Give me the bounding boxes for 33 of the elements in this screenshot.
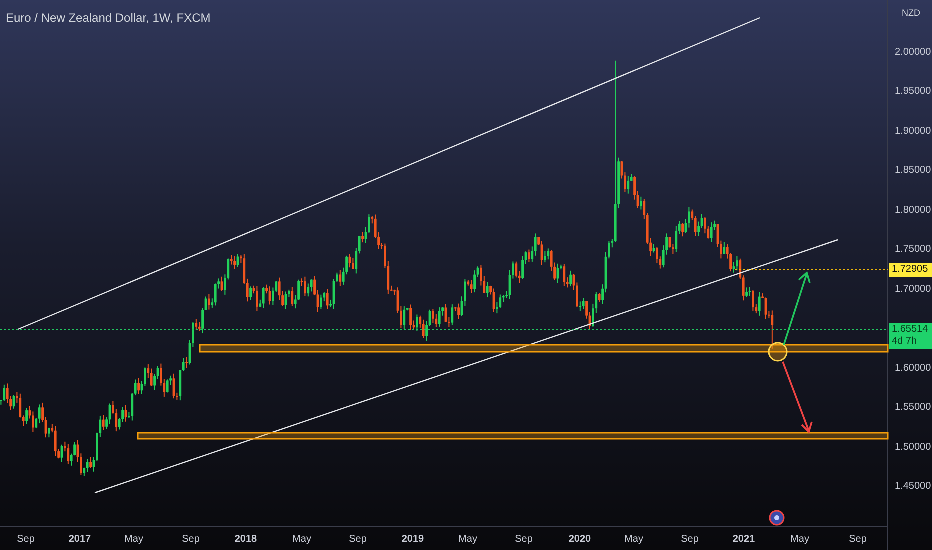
time-axis-label: 2018 — [234, 533, 258, 547]
time-axis-label: Sep — [17, 533, 35, 547]
price-axis-label: 1.55000 — [895, 402, 932, 414]
price-axis-label: 1.50000 — [895, 442, 932, 454]
time-axis-label: 2021 — [732, 533, 756, 547]
price-axis-label: 1.90000 — [895, 126, 932, 138]
time-axis-label: May — [458, 533, 478, 547]
time-axis-label: 2020 — [568, 533, 592, 547]
time-axis-label: May — [124, 533, 144, 547]
time-axis-label: Sep — [182, 533, 200, 547]
event-icon[interactable] — [769, 510, 785, 526]
time-axis-label: May — [292, 533, 312, 547]
time-axis-label: May — [790, 533, 810, 547]
currency-label: NZD — [902, 7, 920, 20]
time-axis-label: 2019 — [402, 533, 424, 547]
price-axis-label: 1.75000 — [895, 244, 932, 256]
price-axis-label: 1.45000 — [895, 480, 932, 493]
time-axis-label: Sep — [849, 533, 867, 547]
price-axis-label: 1.60000 — [895, 362, 932, 375]
price-axis-label: 1.95000 — [895, 86, 932, 98]
time-axis-label: Sep — [681, 533, 699, 547]
price-axis-label: 2.00000 — [895, 47, 932, 59]
price-axis-label: 1.80000 — [895, 204, 932, 217]
time-axis-label: Sep — [349, 533, 367, 547]
price-axis-label: 1.70000 — [895, 284, 932, 296]
chart-title: Euro / New Zealand Dollar, 1W, FXCM — [6, 10, 211, 27]
countdown-text: 4d 7h — [892, 336, 918, 348]
price-value: 1.65514 — [892, 324, 929, 336]
time-axis-label: Sep — [515, 533, 533, 547]
price-value: 1.72905 — [892, 264, 929, 276]
time-axis-label: 2017 — [68, 533, 92, 547]
time-axis-label: May — [624, 533, 644, 547]
price-axis-label: 1.85000 — [895, 165, 932, 178]
